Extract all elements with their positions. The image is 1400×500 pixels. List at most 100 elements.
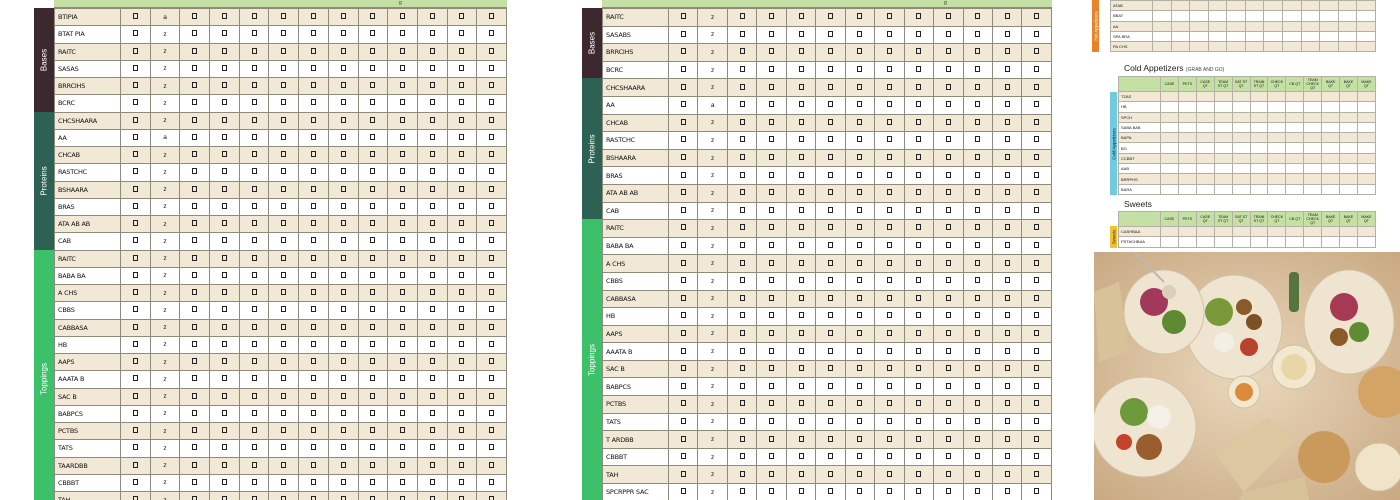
count-cell[interactable] xyxy=(726,324,758,344)
checkbox-icon[interactable] xyxy=(132,427,138,434)
count-cell[interactable] xyxy=(933,359,964,379)
checkbox-icon[interactable] xyxy=(916,13,922,20)
checkbox-icon[interactable] xyxy=(827,30,833,37)
count-cell[interactable] xyxy=(962,395,993,414)
count-cell[interactable] xyxy=(667,342,699,361)
count-cell[interactable] xyxy=(327,7,359,27)
checkbox-icon[interactable] xyxy=(310,392,316,399)
count-cell[interactable] xyxy=(387,197,418,217)
checkbox-icon[interactable] xyxy=(400,133,406,140)
checkbox-icon[interactable] xyxy=(680,294,686,301)
count-cell[interactable] xyxy=(1021,8,1052,27)
checkbox-icon[interactable] xyxy=(340,151,346,158)
count-cell[interactable] xyxy=(1160,132,1179,144)
count-cell[interactable] xyxy=(933,113,964,133)
count-cell[interactable] xyxy=(120,404,151,424)
count-cell[interactable] xyxy=(815,219,846,238)
count-cell[interactable] xyxy=(756,395,787,414)
count-cell[interactable] xyxy=(298,232,329,251)
count-cell[interactable] xyxy=(387,214,418,234)
count-cell[interactable] xyxy=(844,324,876,344)
count-cell[interactable] xyxy=(179,59,211,79)
count-cell[interactable] xyxy=(179,94,211,113)
checkbox-icon[interactable] xyxy=(370,185,376,192)
count-cell[interactable] xyxy=(1195,121,1215,134)
count-cell[interactable] xyxy=(667,25,699,45)
checkbox-icon[interactable] xyxy=(221,99,227,106)
count-cell[interactable] xyxy=(903,324,935,344)
checkbox-icon[interactable] xyxy=(459,271,465,278)
count-cell[interactable] xyxy=(1249,121,1269,134)
count-cell[interactable] xyxy=(327,111,359,130)
count-cell[interactable] xyxy=(785,447,817,467)
checkbox-icon[interactable] xyxy=(1034,171,1040,178)
count-cell[interactable] xyxy=(120,249,151,268)
checkbox-icon[interactable] xyxy=(680,66,686,73)
count-cell[interactable] xyxy=(874,447,905,467)
count-cell[interactable] xyxy=(120,25,151,44)
count-cell[interactable] xyxy=(933,465,964,485)
count-cell[interactable] xyxy=(1285,183,1305,195)
checkbox-icon[interactable] xyxy=(798,294,804,301)
checkbox-icon[interactable] xyxy=(739,435,745,442)
checkbox-icon[interactable] xyxy=(857,400,863,407)
count-cell[interactable] xyxy=(991,43,1023,62)
checkbox-icon[interactable] xyxy=(459,220,465,227)
checkbox-icon[interactable] xyxy=(132,30,138,37)
count-cell[interactable] xyxy=(446,59,478,79)
checkbox-icon[interactable] xyxy=(798,259,804,266)
count-cell[interactable] xyxy=(726,131,758,150)
count-cell[interactable] xyxy=(268,214,300,234)
checkbox-icon[interactable] xyxy=(370,375,376,382)
count-cell[interactable] xyxy=(874,25,905,45)
count-cell[interactable] xyxy=(1321,111,1341,123)
count-cell[interactable] xyxy=(327,335,359,355)
checkbox-icon[interactable] xyxy=(370,358,376,365)
checkbox-icon[interactable] xyxy=(192,99,198,106)
checkbox-icon[interactable] xyxy=(769,171,775,178)
checkbox-icon[interactable] xyxy=(340,30,346,37)
checkbox-icon[interactable] xyxy=(489,30,495,37)
count-cell[interactable] xyxy=(476,111,507,130)
count-cell[interactable] xyxy=(268,25,300,44)
checkbox-icon[interactable] xyxy=(886,453,892,460)
checkbox-icon[interactable] xyxy=(221,168,227,175)
count-cell[interactable] xyxy=(844,219,876,238)
checkbox-icon[interactable] xyxy=(489,392,495,399)
checkbox-icon[interactable] xyxy=(221,133,227,140)
checkbox-icon[interactable] xyxy=(370,323,376,330)
checkbox-icon[interactable] xyxy=(251,30,257,37)
count-cell[interactable] xyxy=(1177,225,1197,238)
count-cell[interactable] xyxy=(991,78,1023,97)
count-cell[interactable] xyxy=(387,421,418,441)
count-cell[interactable] xyxy=(844,395,876,414)
count-cell[interactable] xyxy=(476,7,507,27)
checkbox-icon[interactable] xyxy=(192,375,198,382)
checkbox-icon[interactable] xyxy=(400,340,406,347)
checkbox-icon[interactable] xyxy=(886,224,892,231)
checkbox-icon[interactable] xyxy=(827,242,833,249)
count-cell[interactable] xyxy=(327,232,359,251)
count-cell[interactable] xyxy=(933,148,964,168)
checkbox-icon[interactable] xyxy=(251,116,257,123)
checkbox-icon[interactable] xyxy=(945,171,951,178)
checkbox-icon[interactable] xyxy=(429,375,435,382)
count-cell[interactable] xyxy=(962,131,993,150)
count-cell[interactable] xyxy=(933,412,964,432)
checkbox-icon[interactable] xyxy=(1034,435,1040,442)
count-cell[interactable] xyxy=(327,76,359,96)
checkbox-icon[interactable] xyxy=(429,409,435,416)
count-cell[interactable] xyxy=(667,307,699,326)
checkbox-icon[interactable] xyxy=(680,435,686,442)
count-cell[interactable] xyxy=(179,318,211,337)
count-cell[interactable] xyxy=(962,25,993,45)
count-cell[interactable] xyxy=(844,43,876,62)
count-cell[interactable] xyxy=(357,111,389,130)
count-cell[interactable] xyxy=(209,301,240,320)
count-cell[interactable] xyxy=(298,42,329,61)
count-cell[interactable] xyxy=(387,473,418,493)
checkbox-icon[interactable] xyxy=(192,409,198,416)
count-cell[interactable] xyxy=(1160,121,1179,134)
count-cell[interactable] xyxy=(1244,0,1265,12)
count-cell[interactable] xyxy=(933,43,964,62)
